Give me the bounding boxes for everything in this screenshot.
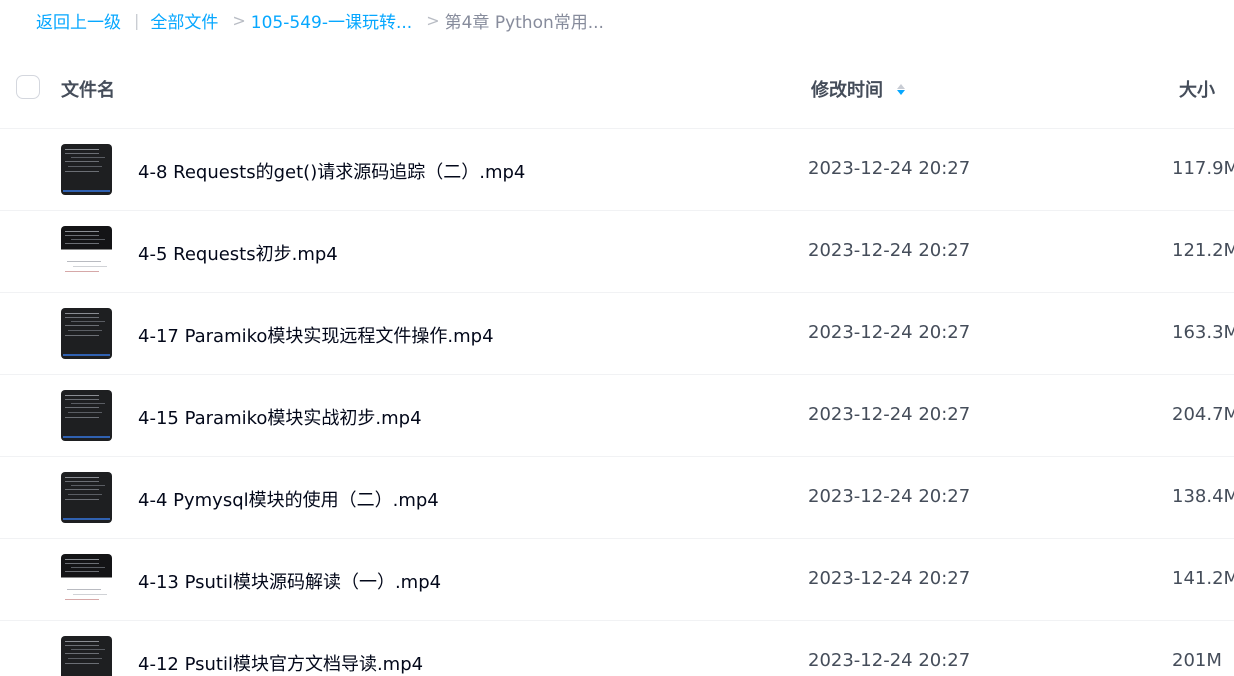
file-modified-time: 2023-12-24 20:27 <box>808 650 971 671</box>
breadcrumb-current: 第4章 Python常用... <box>444 12 604 33</box>
file-modified-time: 2023-12-24 20:27 <box>808 158 971 179</box>
column-header-size[interactable]: 大小 <box>1179 76 1215 102</box>
video-thumbnail-icon[interactable] <box>61 308 112 359</box>
select-all-checkbox[interactable] <box>16 75 40 99</box>
file-list: 4-8 Requests的get()请求源码追踪（二）.mp4 2023-12-… <box>0 128 1234 676</box>
file-size: 121.2M <box>1172 240 1234 261</box>
file-size: 163.3M <box>1172 322 1234 343</box>
file-size: 204.7M <box>1172 404 1234 425</box>
file-size: 201M <box>1172 650 1222 671</box>
file-row[interactable]: 4-12 Psutil模块官方文档导读.mp4 2023-12-24 20:27… <box>0 620 1234 676</box>
breadcrumb-folder-link[interactable]: 105-549-一课玩转... <box>251 8 412 33</box>
file-modified-time: 2023-12-24 20:27 <box>808 322 971 343</box>
file-name[interactable]: 4-17 Paramiko模块实现远程文件操作.mp4 <box>138 322 494 348</box>
file-name[interactable]: 4-12 Psutil模块官方文档导读.mp4 <box>138 650 423 676</box>
video-thumbnail-icon[interactable] <box>61 144 112 195</box>
breadcrumb: 返回上一级 | 全部文件 > 105-549-一课玩转... > 第4章 Pyt… <box>36 6 604 34</box>
file-size: 141.2M <box>1172 568 1234 589</box>
file-modified-time: 2023-12-24 20:27 <box>808 568 971 589</box>
file-name[interactable]: 4-4 Pymysql模块的使用（二）.mp4 <box>138 486 439 512</box>
file-list-header: 文件名 修改时间 大小 <box>0 60 1234 118</box>
file-browser: 返回上一级 | 全部文件 > 105-549-一课玩转... > 第4章 Pyt… <box>0 0 1234 676</box>
file-row[interactable]: 4-15 Paramiko模块实战初步.mp4 2023-12-24 20:27… <box>0 374 1234 456</box>
file-name[interactable]: 4-15 Paramiko模块实战初步.mp4 <box>138 404 422 430</box>
breadcrumb-root-link[interactable]: 全部文件 <box>150 8 218 33</box>
file-modified-time: 2023-12-24 20:27 <box>808 404 971 425</box>
file-row[interactable]: 4-8 Requests的get()请求源码追踪（二）.mp4 2023-12-… <box>0 128 1234 210</box>
video-thumbnail-icon[interactable] <box>61 226 112 277</box>
column-header-time-label: 修改时间 <box>811 80 883 101</box>
file-name[interactable]: 4-13 Psutil模块源码解读（一）.mp4 <box>138 568 441 594</box>
file-row[interactable]: 4-5 Requests初步.mp4 2023-12-24 20:27 121.… <box>0 210 1234 292</box>
file-row[interactable]: 4-17 Paramiko模块实现远程文件操作.mp4 2023-12-24 2… <box>0 292 1234 374</box>
column-header-time[interactable]: 修改时间 <box>811 76 905 102</box>
file-name[interactable]: 4-5 Requests初步.mp4 <box>138 240 338 266</box>
file-row[interactable]: 4-4 Pymysql模块的使用（二）.mp4 2023-12-24 20:27… <box>0 456 1234 538</box>
column-header-name[interactable]: 文件名 <box>61 76 115 102</box>
video-thumbnail-icon[interactable] <box>61 636 112 676</box>
breadcrumb-arrow-icon: > <box>232 10 246 30</box>
back-link[interactable]: 返回上一级 <box>36 8 121 33</box>
file-modified-time: 2023-12-24 20:27 <box>808 486 971 507</box>
sort-desc-icon[interactable] <box>897 83 905 95</box>
file-size: 138.4M <box>1172 486 1234 507</box>
file-size: 117.9M <box>1172 158 1234 179</box>
breadcrumb-arrow-icon: > <box>426 10 440 30</box>
breadcrumb-divider: | <box>134 10 140 30</box>
video-thumbnail-icon[interactable] <box>61 390 112 441</box>
file-name[interactable]: 4-8 Requests的get()请求源码追踪（二）.mp4 <box>138 158 525 184</box>
video-thumbnail-icon[interactable] <box>61 554 112 605</box>
file-modified-time: 2023-12-24 20:27 <box>808 240 971 261</box>
video-thumbnail-icon[interactable] <box>61 472 112 523</box>
file-row[interactable]: 4-13 Psutil模块源码解读（一）.mp4 2023-12-24 20:2… <box>0 538 1234 620</box>
